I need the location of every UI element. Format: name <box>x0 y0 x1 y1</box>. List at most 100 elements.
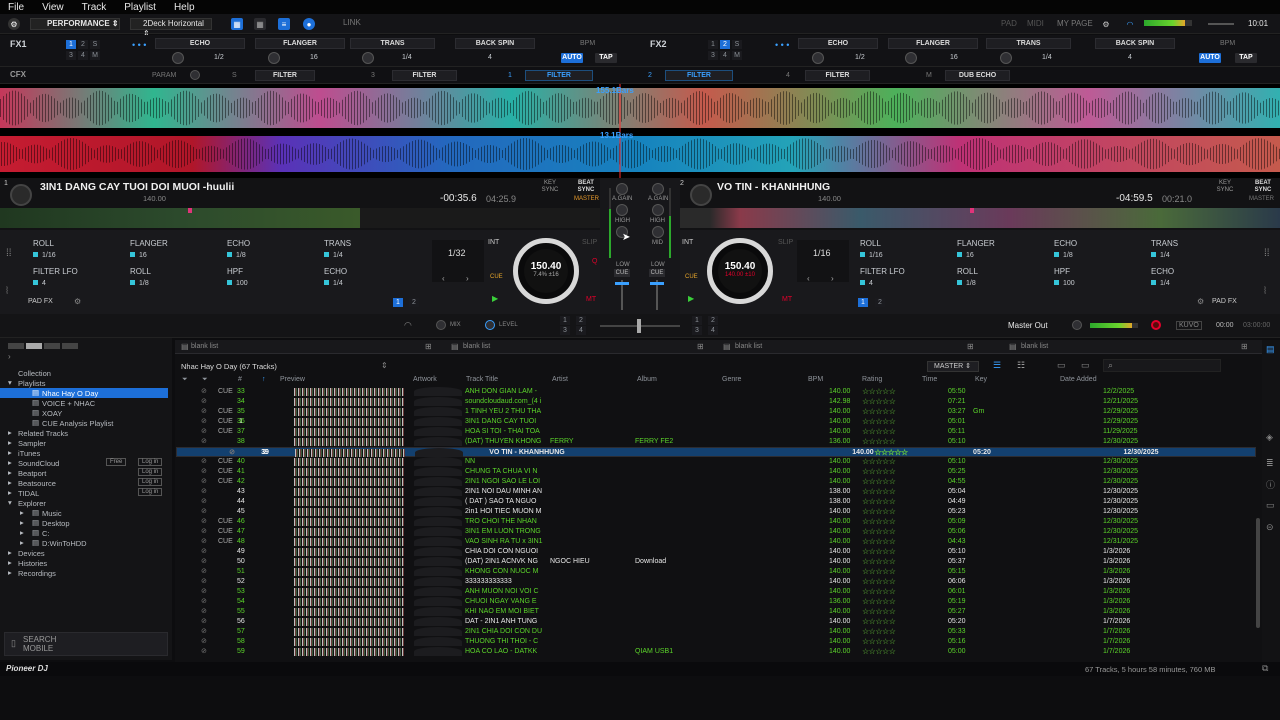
mixer-ch2-fader-cap[interactable] <box>650 282 664 285</box>
fx2-slot3-select[interactable]: TRANS <box>986 38 1071 49</box>
deck2-prev-icon[interactable]: ‹ <box>807 274 810 283</box>
deck1-prev-icon[interactable]: ‹ <box>442 274 445 283</box>
master-out-knob[interactable] <box>1072 320 1082 330</box>
xfader-b-2[interactable]: 2 <box>708 316 718 325</box>
fx1-slot3-beat[interactable]: 1/4 <box>402 54 412 61</box>
deck1-pad-3-value[interactable]: 1/8 <box>227 252 246 259</box>
table-row[interactable]: ⊘ 44( DAT ) SAO TA NGUO 138.00 04:49 12/30/2… <box>176 497 1256 507</box>
track-preview-waveform[interactable] <box>294 538 404 546</box>
track-preview-waveform[interactable] <box>294 568 404 576</box>
deck2-page1-button[interactable]: 1 <box>858 298 868 307</box>
deck1-pad-5-value[interactable]: 4 <box>33 280 46 287</box>
fx1-knob1[interactable] <box>172 52 184 64</box>
deck1-pad-8-value[interactable]: 1/4 <box>324 280 343 287</box>
mixer-view-icon[interactable]: ≡ <box>278 18 290 30</box>
table-row[interactable]: ⊘ 55 KHI NAO EM MOI BIET 140.00 05:27 1/3/202… <box>176 607 1256 617</box>
fx2-knob1[interactable] <box>812 52 824 64</box>
track-rating-stars[interactable]: ☆☆☆☆☆ <box>862 507 918 517</box>
track-rating-stars[interactable]: ☆☆☆☆☆ <box>862 537 918 547</box>
my-page-button[interactable]: MY PAGE <box>1057 19 1093 28</box>
track-rating-stars[interactable]: ☆☆☆☆☆ <box>862 567 918 577</box>
sidebar-item-beatsource[interactable]: ▸ Beatsource Log in <box>0 478 168 488</box>
table-row[interactable]: ⊘ CUE 41 CHUNG TA CHUA VI N 140.00 05:25 12/30… <box>176 467 1256 477</box>
cfx-param-knob[interactable] <box>190 70 200 80</box>
table-row[interactable]: ⊘ 34 soundcloudaud.com_(4 i 142.98 07:21 12/2… <box>176 397 1256 407</box>
col-genre-header[interactable]: Genre <box>722 376 741 383</box>
track-rating-stars[interactable]: ☆☆☆☆☆ <box>862 477 918 487</box>
deck2-pad-8-value[interactable]: 1/4 <box>1151 280 1170 287</box>
track-preview-waveform[interactable] <box>294 608 404 616</box>
fx1-slot2-beat[interactable]: 16 <box>310 54 318 61</box>
track-rating-stars[interactable]: ☆☆☆☆☆ <box>862 547 918 557</box>
col-bpm-header[interactable]: BPM <box>808 376 823 383</box>
fx1-ch1-button[interactable]: 1 <box>66 40 76 49</box>
midi-button[interactable]: MIDI <box>1027 19 1044 28</box>
deck2-pad-1-value[interactable]: 1/16 <box>860 252 883 259</box>
fx2-s-button[interactable]: S <box>732 40 742 49</box>
cfx-slot4-select[interactable]: FILTER <box>665 70 733 81</box>
fx1-slot1-beat[interactable]: 1/2 <box>214 54 224 61</box>
fx1-auto-button[interactable]: AUTO <box>561 53 583 63</box>
info-icon[interactable]: ⓘ <box>1266 478 1275 491</box>
track-preview-waveform[interactable] <box>294 458 404 466</box>
sidebar-collapse-icon[interactable]: › <box>8 352 11 361</box>
track-preview-waveform[interactable] <box>294 508 404 516</box>
sidebar-item-itunes[interactable]: ▸ iTunes <box>0 448 168 458</box>
pane2-add-icon[interactable]: ⊞ <box>697 342 704 351</box>
deck2-int-label[interactable]: INT <box>682 239 693 246</box>
track-rating-stars[interactable]: ☆☆☆☆☆ <box>862 577 918 587</box>
deck1-mini-waveform[interactable] <box>0 208 600 228</box>
track-rating-stars[interactable]: ☆☆☆☆☆ <box>862 397 918 407</box>
sidebar-item-collection[interactable]: Collection <box>0 368 168 378</box>
xfader-a-3[interactable]: 3 <box>560 326 570 335</box>
table-row[interactable]: ⊘ CUE 1 36 3IN1 DANG CAY TUOI 140.00 05:01 12/2… <box>176 417 1256 427</box>
track-rating-stars[interactable]: ☆☆☆☆☆ <box>862 497 918 507</box>
sidebar-item-music[interactable]: ▸ ▤ Music <box>0 508 168 518</box>
table-row[interactable]: ⊘ 53 ANH MUON NOI VOI C 140.00 06:01 1/3/2026… <box>176 587 1256 597</box>
mixer-ch1-fader-cap[interactable] <box>615 282 629 285</box>
xfader-a-1[interactable]: 1 <box>560 316 570 325</box>
deck1-master-button[interactable]: MASTER <box>574 196 599 202</box>
table-row[interactable]: ⊘ CUE 37 HOA SI TOI - THAI TOA 140.00 05:11 11… <box>176 427 1256 437</box>
deck2-master-button[interactable]: MASTER <box>1249 196 1274 202</box>
deck2-slip-button[interactable]: SLIP <box>778 239 793 246</box>
table-row[interactable]: ⊘ 2 39 VO TIN - KHANHHUNG 140.00 05:20 12/30/2… <box>176 447 1256 457</box>
fx2-ch2-button[interactable]: 2 <box>720 40 730 49</box>
xfader-b-4[interactable]: 4 <box>708 326 718 335</box>
filter-icon[interactable]: ⏷ <box>182 376 188 384</box>
deck2-pad-6-name[interactable]: ROLL <box>957 267 978 276</box>
sidebar-item-c-[interactable]: ▸ ▤ C: <box>0 528 168 538</box>
deck1-play-icon[interactable]: ▶ <box>492 294 498 303</box>
deck2-pad-7-value[interactable]: 100 <box>1054 280 1075 287</box>
related-tracks-icon[interactable]: ▭ <box>1057 360 1066 371</box>
mixer-gain2-knob[interactable] <box>652 183 664 195</box>
deck1-padfx-label[interactable]: PAD FX <box>28 298 53 305</box>
waveform-overview[interactable]: 155.1Bars 13.1Bars <box>0 84 1280 178</box>
detail-view-icon[interactable]: ☷ <box>1017 360 1025 371</box>
track-preview-waveform[interactable] <box>294 478 404 486</box>
deck1-pad-3-name[interactable]: ECHO <box>227 239 250 248</box>
table-row[interactable]: ⊘ 43 2IN1 NOI DAU MINH AN 138.00 05:04 12/30/… <box>176 487 1256 497</box>
table-row[interactable]: ⊘ 38 (DAT) THUYEN KHONG FERRY FERRY FE2 136.0… <box>176 437 1256 447</box>
tree-expand-icon[interactable]: ▸ <box>8 478 12 487</box>
col-time-header[interactable]: Time <box>922 376 937 383</box>
deck1-pad-7-value[interactable]: 100 <box>227 280 248 287</box>
track-rating-stars[interactable]: ☆☆☆☆☆ <box>862 517 918 527</box>
deck1-next-icon[interactable]: › <box>466 274 469 283</box>
deck2-pad-8-name[interactable]: ECHO <box>1151 267 1174 276</box>
deck1-cue-button[interactable]: CUE <box>490 274 503 280</box>
fx2-mode-dots-icon[interactable]: • • • <box>775 40 789 50</box>
fx1-ch3-button[interactable]: 3 <box>66 51 76 60</box>
deck2-pad-3-value[interactable]: 1/8 <box>1054 252 1073 259</box>
deck2-grid-icon[interactable]: ⁞⁞ <box>1264 248 1270 259</box>
sidebar-item-d-wintohdd[interactable]: ▸ ▤ D:WinToHDD <box>0 538 168 548</box>
xfader-a-4[interactable]: 4 <box>576 326 586 335</box>
menu-playlist[interactable]: Playlist <box>124 2 156 13</box>
track-preview-waveform[interactable] <box>294 638 404 646</box>
sidebar-item-xoay[interactable]: ▤ XOAY <box>0 408 168 418</box>
cfx-slot3-select[interactable]: FILTER <box>525 70 593 81</box>
deck2-mastertempo-button[interactable]: MT <box>782 296 792 303</box>
fx1-m-button[interactable]: M <box>90 51 100 60</box>
settings-gear-icon[interactable]: ⚙ <box>1100 18 1112 30</box>
mixer-high1-knob[interactable] <box>616 204 628 216</box>
